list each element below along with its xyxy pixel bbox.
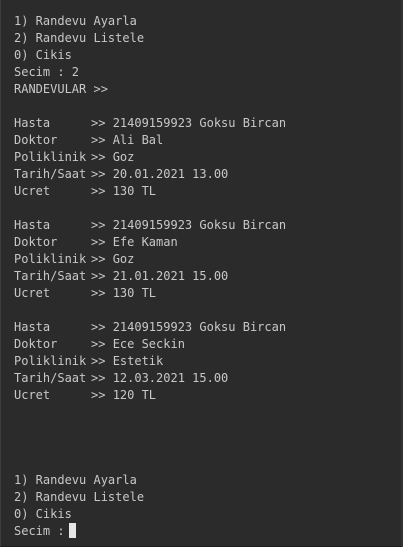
input-prompt-line[interactable]: Secim : [14,523,76,540]
patient-value: 21409159923 Goksu Bircan [112,116,287,130]
appointment-2-fee-row: Ucret >> 130 TL [14,285,156,302]
doctor-value: Ece Seckin [112,337,185,351]
appointment-3-fee-row: Ucret >> 120 TL [14,387,156,404]
appointment-1-datetime-row: Tarih/Saat >> 20.01.2021 13.00 [14,166,228,183]
separator: >> [91,269,113,283]
doctor-value: Efe Kaman [112,235,178,249]
patient-label: Hasta [14,320,51,334]
appointment-3-patient-row: Hasta >> 21409159923 Goksu Bircan [14,319,286,336]
clinic-label: Poliklinik [14,252,87,266]
separator: >> [91,252,113,266]
appointment-2-patient-row: Hasta >> 21409159923 Goksu Bircan [14,217,286,234]
separator: >> [91,235,113,249]
appointment-2-clinic-row: Poliklinik >> Goz [14,251,134,268]
fee-label: Ucret [14,184,51,198]
patient-label: Hasta [14,116,51,130]
clinic-value: Estetik [112,354,164,368]
separator: >> [91,218,113,232]
separator: >> [91,167,113,181]
clinic-value: Goz [112,252,135,266]
appointment-1-patient-row: Hasta >> 21409159923 Goksu Bircan [14,115,286,132]
menu-item-randevu-ayarla: 1) Randevu Ayarla [14,14,137,28]
menu-item-cikis: 0) Cikis [14,507,72,521]
doctor-label: Doktor [14,235,58,249]
appointment-3-datetime-row: Tarih/Saat >> 12.03.2021 15.00 [14,370,228,387]
patient-value: 21409159923 Goksu Bircan [112,320,287,334]
datetime-value: 20.01.2021 13.00 [112,167,229,181]
separator: >> [91,371,113,385]
doctor-value: Ali Bal [112,133,164,147]
clinic-value: Goz [112,150,135,164]
datetime-value: 12.03.2021 15.00 [112,371,229,385]
list-header: RANDEVULAR >> [14,82,108,96]
appointment-2-datetime-row: Tarih/Saat >> 21.01.2021 15.00 [14,268,228,285]
separator: >> [91,116,113,130]
separator: >> [91,320,113,334]
separator: >> [91,388,113,402]
fee-value: 120 TL [112,388,157,402]
patient-value: 21409159923 Goksu Bircan [112,218,287,232]
clinic-label: Poliklinik [14,150,87,164]
separator: >> [91,184,113,198]
block-cursor-icon [68,523,76,538]
appointment-2-doctor-row: Doktor >> Efe Kaman [14,234,178,251]
fee-value: 130 TL [112,286,157,300]
datetime-value: 21.01.2021 15.00 [112,269,229,283]
separator: >> [91,133,113,147]
separator: >> [91,354,113,368]
separator: >> [91,337,113,351]
appointment-3-clinic-row: Poliklinik >> Estetik [14,353,163,370]
menu-item-randevu-listele: 2) Randevu Listele [14,31,145,45]
menu-item-cikis: 0) Cikis [14,48,72,62]
separator: >> [91,150,113,164]
fee-value: 130 TL [112,184,157,198]
patient-label: Hasta [14,218,51,232]
datetime-label: Tarih/Saat [14,371,87,385]
datetime-label: Tarih/Saat [14,269,87,283]
doctor-label: Doktor [14,337,58,351]
prompt-label: Secim : [14,524,65,538]
menu-item-randevu-ayarla: 1) Randevu Ayarla [14,473,137,487]
appointment-1-doctor-row: Doktor >> Ali Bal [14,132,163,149]
fee-label: Ucret [14,286,51,300]
separator: >> [91,286,113,300]
menu-item-randevu-listele: 2) Randevu Listele [14,490,145,504]
appointment-1-clinic-row: Poliklinik >> Goz [14,149,134,166]
datetime-label: Tarih/Saat [14,167,87,181]
appointment-1-fee-row: Ucret >> 130 TL [14,183,156,200]
terminal-output[interactable]: 1) Randevu Ayarla 2) Randevu Listele 0) … [0,0,403,547]
selection-line: Secim : 2 [14,65,80,79]
fee-label: Ucret [14,388,51,402]
clinic-label: Poliklinik [14,354,87,368]
appointment-3-doctor-row: Doktor >> Ece Seckin [14,336,185,353]
doctor-label: Doktor [14,133,58,147]
